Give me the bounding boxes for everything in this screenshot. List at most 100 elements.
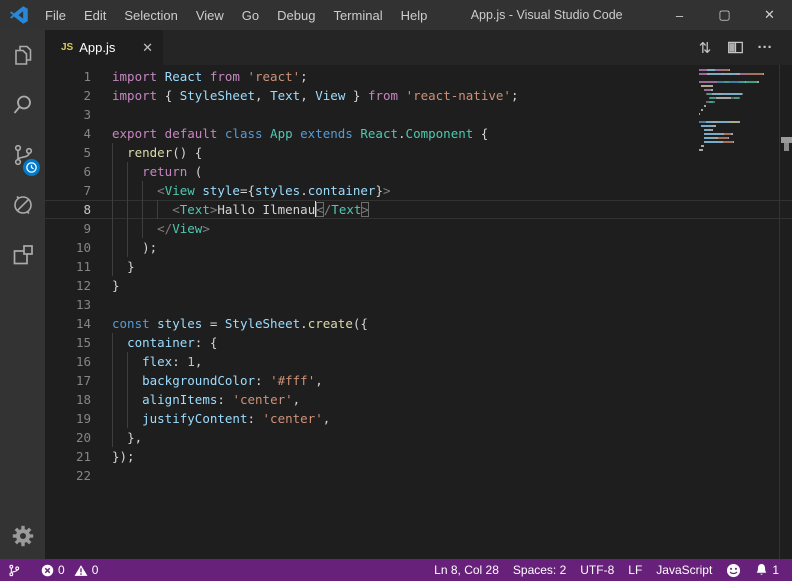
minimap[interactable] (699, 69, 777, 157)
code-token: alignItems (142, 392, 217, 407)
menu-debug[interactable]: Debug (268, 0, 324, 30)
git-branch-item[interactable] (0, 559, 28, 581)
minimap-line (699, 81, 777, 83)
line-content[interactable]: <View style={styles.container}> (91, 181, 792, 200)
line-content[interactable] (91, 466, 792, 485)
code-line[interactable]: 20 }, (45, 428, 792, 447)
code-line[interactable]: 13 (45, 295, 792, 314)
line-number: 5 (45, 143, 91, 162)
menu-go[interactable]: Go (233, 0, 268, 30)
code-token: > (361, 202, 369, 217)
notifications-item[interactable]: 1 (748, 559, 786, 581)
line-number: 14 (45, 314, 91, 333)
minimap-line (699, 109, 777, 111)
line-content[interactable]: <Text>Hallo Ilmenau</Text> (91, 200, 792, 219)
minimize-button[interactable]: – (657, 0, 702, 30)
code-line[interactable]: 19 justifyContent: 'center', (45, 409, 792, 428)
menu-terminal[interactable]: Terminal (324, 0, 391, 30)
code-line[interactable]: 1import React from 'react'; (45, 67, 792, 86)
line-content[interactable]: ); (91, 238, 792, 257)
code-line[interactable]: 11 } (45, 257, 792, 276)
code-line[interactable]: 16 flex: 1, (45, 352, 792, 371)
line-content[interactable]: } (91, 257, 792, 276)
code-line[interactable]: 15 container: { (45, 333, 792, 352)
line-content[interactable] (91, 105, 792, 124)
menu-file[interactable]: File (36, 0, 75, 30)
code-line[interactable]: 8 <Text>Hallo Ilmenau</Text> (45, 200, 792, 219)
line-content[interactable]: </View> (91, 219, 792, 238)
line-content[interactable]: alignItems: 'center', (91, 390, 792, 409)
minimap-line (699, 137, 777, 139)
maximize-button[interactable]: ▢ (702, 0, 747, 30)
menu-help[interactable]: Help (392, 0, 437, 30)
line-content[interactable]: backgroundColor: '#fff', (91, 371, 792, 390)
indent-guide (127, 371, 128, 390)
line-content[interactable]: import { StyleSheet, Text, View } from '… (91, 86, 792, 105)
line-content[interactable]: render() { (91, 143, 792, 162)
code-token: StyleSheet (180, 88, 255, 103)
menu-edit[interactable]: Edit (75, 0, 115, 30)
code-line[interactable]: 14const styles = StyleSheet.create({ (45, 314, 792, 333)
code-line[interactable]: 18 alignItems: 'center', (45, 390, 792, 409)
code-line[interactable]: 9 </View> (45, 219, 792, 238)
line-content[interactable]: const styles = StyleSheet.create({ (91, 314, 792, 333)
code-token: < (157, 183, 165, 198)
code-line[interactable]: 2import { StyleSheet, Text, View } from … (45, 86, 792, 105)
line-content[interactable]: }); (91, 447, 792, 466)
code-token: Hallo Ilmenau (217, 202, 315, 217)
code-token: : (172, 354, 187, 369)
line-content[interactable]: import React from 'react'; (91, 67, 792, 86)
code-area[interactable]: 1import React from 'react';2import { Sty… (45, 65, 792, 485)
menu-selection[interactable]: Selection (115, 0, 186, 30)
minimap-line (699, 117, 777, 119)
source-control-icon[interactable] (0, 130, 45, 180)
line-content[interactable]: export default class App extends React.C… (91, 124, 792, 143)
extensions-icon[interactable] (0, 230, 45, 280)
indentation-item[interactable]: Spaces: 2 (506, 559, 573, 581)
code-line[interactable]: 6 return ( (45, 162, 792, 181)
indent-guide (127, 181, 128, 200)
code-token: styles (255, 183, 300, 198)
code-line[interactable]: 12} (45, 276, 792, 295)
tab-close-icon[interactable]: ✕ (142, 40, 153, 56)
problems-item[interactable]: 0 0 (34, 559, 105, 581)
window-controls: – ▢ ✕ (657, 0, 792, 30)
code-line[interactable]: 3 (45, 105, 792, 124)
search-icon[interactable] (0, 80, 45, 130)
code-line[interactable]: 22 (45, 466, 792, 485)
line-content[interactable] (91, 295, 792, 314)
code-token: ( (187, 164, 202, 179)
open-changes-icon[interactable]: ⇅ (690, 30, 720, 65)
code-line[interactable]: 17 backgroundColor: '#fff', (45, 371, 792, 390)
code-line[interactable]: 21}); (45, 447, 792, 466)
line-content[interactable]: flex: 1, (91, 352, 792, 371)
code-line[interactable]: 5 render() { (45, 143, 792, 162)
line-content[interactable]: return ( (91, 162, 792, 181)
code-editor[interactable]: 1import React from 'react';2import { Sty… (45, 65, 792, 559)
code-token: View (172, 221, 202, 236)
feedback-smiley-icon[interactable] (719, 559, 748, 581)
explorer-icon[interactable] (0, 30, 45, 80)
line-content[interactable]: }, (91, 428, 792, 447)
split-editor-icon[interactable] (720, 30, 750, 65)
line-content[interactable]: } (91, 276, 792, 295)
close-button[interactable]: ✕ (747, 0, 792, 30)
line-content[interactable]: justifyContent: 'center', (91, 409, 792, 428)
eol-item[interactable]: LF (621, 559, 649, 581)
more-actions-icon[interactable]: ··· (750, 30, 780, 65)
code-line[interactable]: 4export default class App extends React.… (45, 124, 792, 143)
code-token: : (247, 411, 262, 426)
encoding-item[interactable]: UTF-8 (573, 559, 621, 581)
settings-gear-icon[interactable] (0, 513, 45, 559)
line-content[interactable]: container: { (91, 333, 792, 352)
code-token: } (127, 259, 135, 274)
code-line[interactable]: 10 ); (45, 238, 792, 257)
cursor-position-item[interactable]: Ln 8, Col 28 (427, 559, 506, 581)
line-number: 10 (45, 238, 91, 257)
tab-appjs[interactable]: JS App.js ✕ (45, 30, 163, 65)
code-token: ; (300, 69, 308, 84)
code-line[interactable]: 7 <View style={styles.container}> (45, 181, 792, 200)
menu-view[interactable]: View (187, 0, 233, 30)
language-mode-item[interactable]: JavaScript (649, 559, 719, 581)
debug-icon[interactable] (0, 180, 45, 230)
